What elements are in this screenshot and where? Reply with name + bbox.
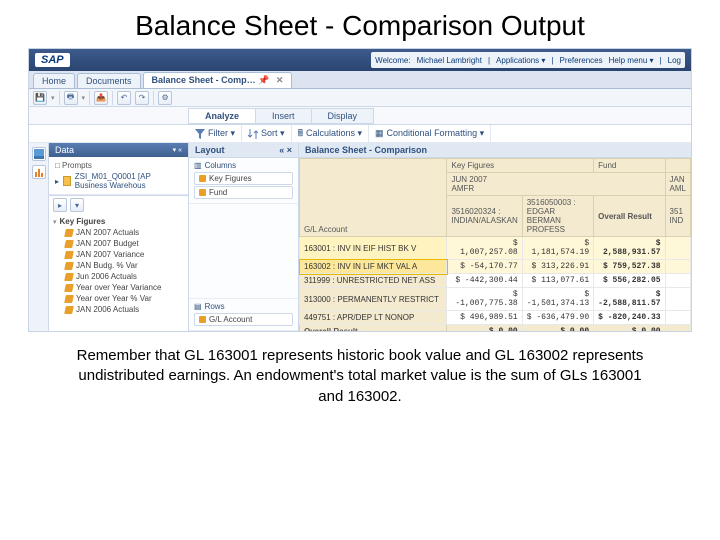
data-panel: Data▾ « □ Prompts ▸ ZSI_M01_Q0001 [AP Bu… bbox=[49, 143, 189, 331]
tab-home[interactable]: Home bbox=[33, 73, 75, 88]
settings-button[interactable]: ⚙ bbox=[158, 91, 172, 105]
tree-item[interactable]: JAN 2006 Actuals bbox=[53, 304, 184, 315]
user-name: Michael Lambright bbox=[417, 56, 482, 65]
mode-bar: Analyze Insert Display bbox=[29, 107, 691, 125]
tree-item[interactable]: JAN 2007 Variance bbox=[53, 249, 184, 260]
mode-insert[interactable]: Insert bbox=[255, 108, 312, 124]
prompts-header: □ Prompts bbox=[55, 161, 182, 170]
link-help[interactable]: Help menu ▾ bbox=[609, 56, 654, 65]
filter-bar: Filter ▾ Sort ▾ 🖩Calculations ▾ ▦Conditi… bbox=[29, 125, 691, 143]
table-row[interactable]: 311999 : UNRESTRICTED NET ASS$ -442,300.… bbox=[300, 274, 691, 288]
table-row[interactable]: 313000 : PERMANENTLY RESTRICT$ -1,007,77… bbox=[300, 288, 691, 311]
tab-documents[interactable]: Documents bbox=[77, 73, 141, 88]
col-fund-2[interactable]: 3516050003 :EDGAR BERMAN PROFESS bbox=[522, 196, 593, 237]
export-button[interactable]: 📤 bbox=[94, 91, 108, 105]
tab-bar: Home Documents Balance Sheet - Comp… 📌 ✕ bbox=[29, 71, 691, 89]
sap-logo: SAP bbox=[35, 53, 70, 67]
tree-item[interactable]: Jun 2006 Actuals bbox=[53, 271, 184, 282]
side-rail bbox=[29, 143, 49, 331]
link-log[interactable]: Log bbox=[668, 56, 681, 65]
gl-account-header[interactable]: G/L Account bbox=[300, 159, 447, 237]
mode-display[interactable]: Display bbox=[311, 108, 375, 124]
table-row[interactable]: 163001 : INV IN EIF HIST BK V$ 1,007,257… bbox=[300, 237, 691, 260]
col-extra bbox=[665, 159, 690, 173]
welcome-label: Welcome: bbox=[375, 56, 410, 65]
table-total-row[interactable]: Overall Result$ 0.00$ 0.00$ 0.00 bbox=[300, 325, 691, 332]
col-key-figures[interactable]: Key Figures bbox=[447, 159, 594, 173]
save-button[interactable]: 💾 bbox=[33, 91, 47, 105]
mode-analyze[interactable]: Analyze bbox=[188, 108, 256, 124]
tree-view: ▾Key Figures JAN 2007 Actuals JAN 2007 B… bbox=[49, 214, 188, 331]
col-period[interactable]: JUN 2007AMFR bbox=[447, 173, 665, 196]
rail-data-icon[interactable] bbox=[32, 147, 46, 161]
undo-button[interactable]: ↶ bbox=[117, 91, 131, 105]
col-extra3: 351IND bbox=[665, 196, 690, 237]
columns-section: ▥ Columns bbox=[194, 161, 293, 170]
column-fund[interactable]: Fund bbox=[194, 186, 293, 199]
top-bar: SAP Welcome: Michael Lambright | Applica… bbox=[29, 49, 691, 71]
footnote: Remember that GL 163001 represents histo… bbox=[0, 332, 720, 407]
tab-active-label: Balance Sheet - Comp… bbox=[152, 75, 256, 85]
tree-expand-button[interactable]: ▸ bbox=[53, 198, 67, 212]
tree-item[interactable]: JAN Budg. % Var bbox=[53, 260, 184, 271]
calculations-button[interactable]: 🖩Calculations ▾ bbox=[292, 125, 369, 142]
link-preferences[interactable]: Preferences bbox=[559, 56, 602, 65]
col-extra2: JANAML bbox=[665, 173, 690, 196]
layout-header: Layout« × bbox=[189, 143, 298, 158]
row-gl-account[interactable]: G/L Account bbox=[194, 313, 293, 326]
tree-item[interactable]: Year over Year % Var bbox=[53, 293, 184, 304]
cube-icon bbox=[63, 176, 71, 186]
toolbar: 💾▾ 🖶▾ 📤 ↶ ↷ ⚙ bbox=[29, 89, 691, 107]
tree-collapse-button[interactable]: ▾ bbox=[70, 198, 84, 212]
link-applications[interactable]: Applications ▾ bbox=[496, 56, 545, 65]
table-row[interactable]: 163002 : INV IN LIF MKT VAL A$ -54,170.7… bbox=[300, 260, 691, 274]
col-fund[interactable]: Fund bbox=[594, 159, 665, 173]
slide-title: Balance Sheet - Comparison Output bbox=[0, 0, 720, 48]
tree-item[interactable]: JAN 2007 Actuals bbox=[53, 227, 184, 238]
col-overall[interactable]: Overall Result bbox=[594, 196, 665, 237]
report-title: Balance Sheet - Comparison bbox=[299, 143, 691, 158]
redo-button[interactable]: ↷ bbox=[135, 91, 149, 105]
data-panel-header[interactable]: Data▾ « bbox=[49, 143, 188, 157]
print-button[interactable]: 🖶 bbox=[64, 91, 78, 105]
user-bar: Welcome: Michael Lambright | Application… bbox=[371, 52, 685, 68]
table-row[interactable]: 449751 : APR/DEP LT NONOP$ 496,989.51$ -… bbox=[300, 311, 691, 325]
tab-balance-sheet[interactable]: Balance Sheet - Comp… 📌 ✕ bbox=[143, 72, 293, 88]
tree-root[interactable]: ▾Key Figures bbox=[53, 216, 184, 227]
rail-chart-icon[interactable] bbox=[32, 165, 46, 179]
rows-section: ▤ Rows bbox=[194, 302, 293, 311]
pin-icon[interactable]: 📌 bbox=[258, 75, 269, 85]
tree-item[interactable]: JAN 2007 Budget bbox=[53, 238, 184, 249]
sort-button[interactable]: Sort ▾ bbox=[242, 125, 292, 142]
conditional-formatting-button[interactable]: ▦Conditional Formatting ▾ bbox=[369, 125, 491, 142]
report-area: Balance Sheet - Comparison G/L Account K… bbox=[299, 143, 691, 331]
app-window: SAP Welcome: Michael Lambright | Applica… bbox=[28, 48, 692, 332]
col-fund-1[interactable]: 3516020324 :INDIAN/ALASKAN bbox=[447, 196, 522, 237]
data-grid: G/L Account Key Figures Fund JUN 2007AMF… bbox=[299, 158, 691, 331]
layout-panel: Layout« × ▥ Columns Key Figures Fund ▤ R… bbox=[189, 143, 299, 331]
prompt-item[interactable]: ▸ ZSI_M01_Q0001 [AP Business Warehous bbox=[55, 172, 182, 190]
column-key-figures[interactable]: Key Figures bbox=[194, 172, 293, 185]
tree-item[interactable]: Year over Year Variance bbox=[53, 282, 184, 293]
filter-button[interactable]: Filter ▾ bbox=[189, 125, 242, 142]
close-icon[interactable]: ✕ bbox=[276, 75, 284, 85]
